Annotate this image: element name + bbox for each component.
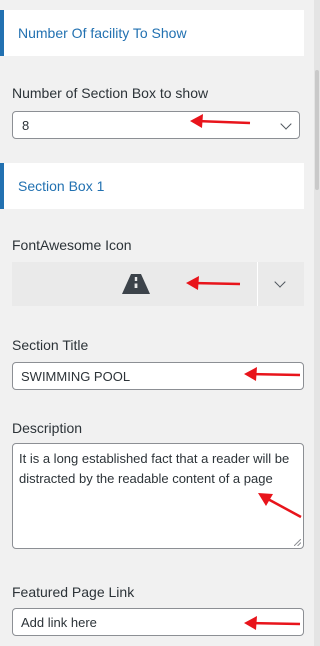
annotation-arrow-icon — [244, 367, 301, 381]
facility-count-header-title: Number Of facility To Show — [18, 25, 187, 41]
annotation-arrow-icon — [190, 114, 251, 128]
facility-count-header[interactable]: Number Of facility To Show — [0, 10, 304, 56]
customizer-panel: Number Of facility To Show Number of Sec… — [0, 0, 314, 646]
featured-link-label: Featured Page Link — [12, 584, 135, 600]
panel-scrollbar[interactable] — [314, 0, 320, 646]
section-box-header-title: Section Box 1 — [18, 178, 105, 194]
section-box-header[interactable]: Section Box 1 — [0, 163, 304, 209]
fontawesome-label: FontAwesome Icon — [12, 237, 132, 253]
chevron-down-icon — [280, 118, 292, 130]
featured-link-placeholder: Add link here — [21, 615, 97, 630]
section-count-label: Number of Section Box to show — [12, 85, 209, 101]
section-count-value: 8 — [22, 118, 30, 133]
resize-grip-icon[interactable] — [294, 539, 301, 546]
annotation-arrow-icon — [186, 276, 241, 290]
description-value: It is a long established fact that a rea… — [19, 451, 290, 486]
picker-separator — [257, 262, 258, 306]
section-count-select[interactable]: 8 — [12, 111, 300, 139]
section-title-label: Section Title — [12, 337, 89, 353]
annotation-arrow-icon — [244, 616, 301, 630]
road-icon — [122, 274, 150, 294]
fontawesome-icon-picker[interactable] — [12, 262, 304, 306]
chevron-down-icon[interactable] — [274, 276, 286, 288]
annotation-arrow-icon — [258, 493, 302, 519]
section-title-value: SWIMMING POOL — [21, 369, 131, 384]
description-label: Description — [12, 420, 83, 436]
scrollbar-thumb[interactable] — [315, 70, 319, 190]
